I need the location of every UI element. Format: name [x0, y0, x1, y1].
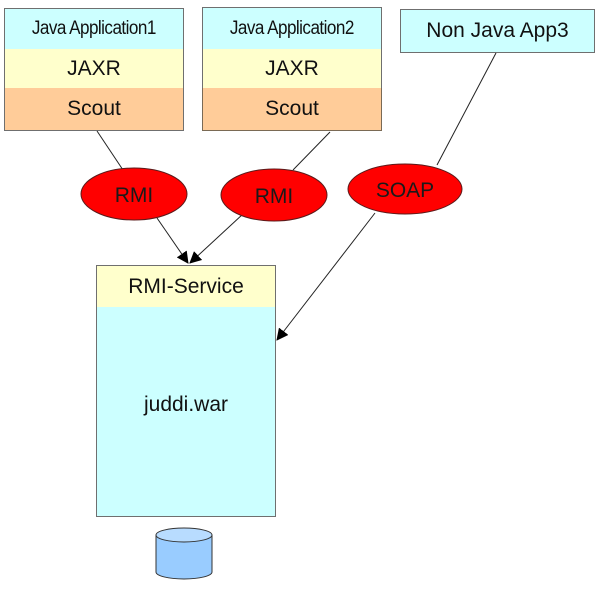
database-cylinder-icon [155, 527, 213, 580]
rmi-1-to-service-arrow [156, 217, 189, 264]
rmi-label-2: RMI [255, 185, 294, 208]
client-2-to-rmi-link [292, 131, 331, 171]
client-1-to-rmi-link [96, 130, 124, 171]
client-3-to-soap-link [436, 52, 497, 166]
rmi-2-to-service-arrow [189, 213, 244, 264]
soap-label: SOAP [376, 179, 434, 202]
rmi-ellipse-1: RMI [80, 167, 188, 221]
soap-ellipse: SOAP [347, 163, 463, 215]
connections-layer: RMI RMI SOAP [80, 52, 497, 580]
rmi-ellipse-2: RMI [220, 168, 328, 222]
rmi-label-1: RMI [115, 184, 154, 207]
soap-to-war-arrow [276, 212, 376, 341]
